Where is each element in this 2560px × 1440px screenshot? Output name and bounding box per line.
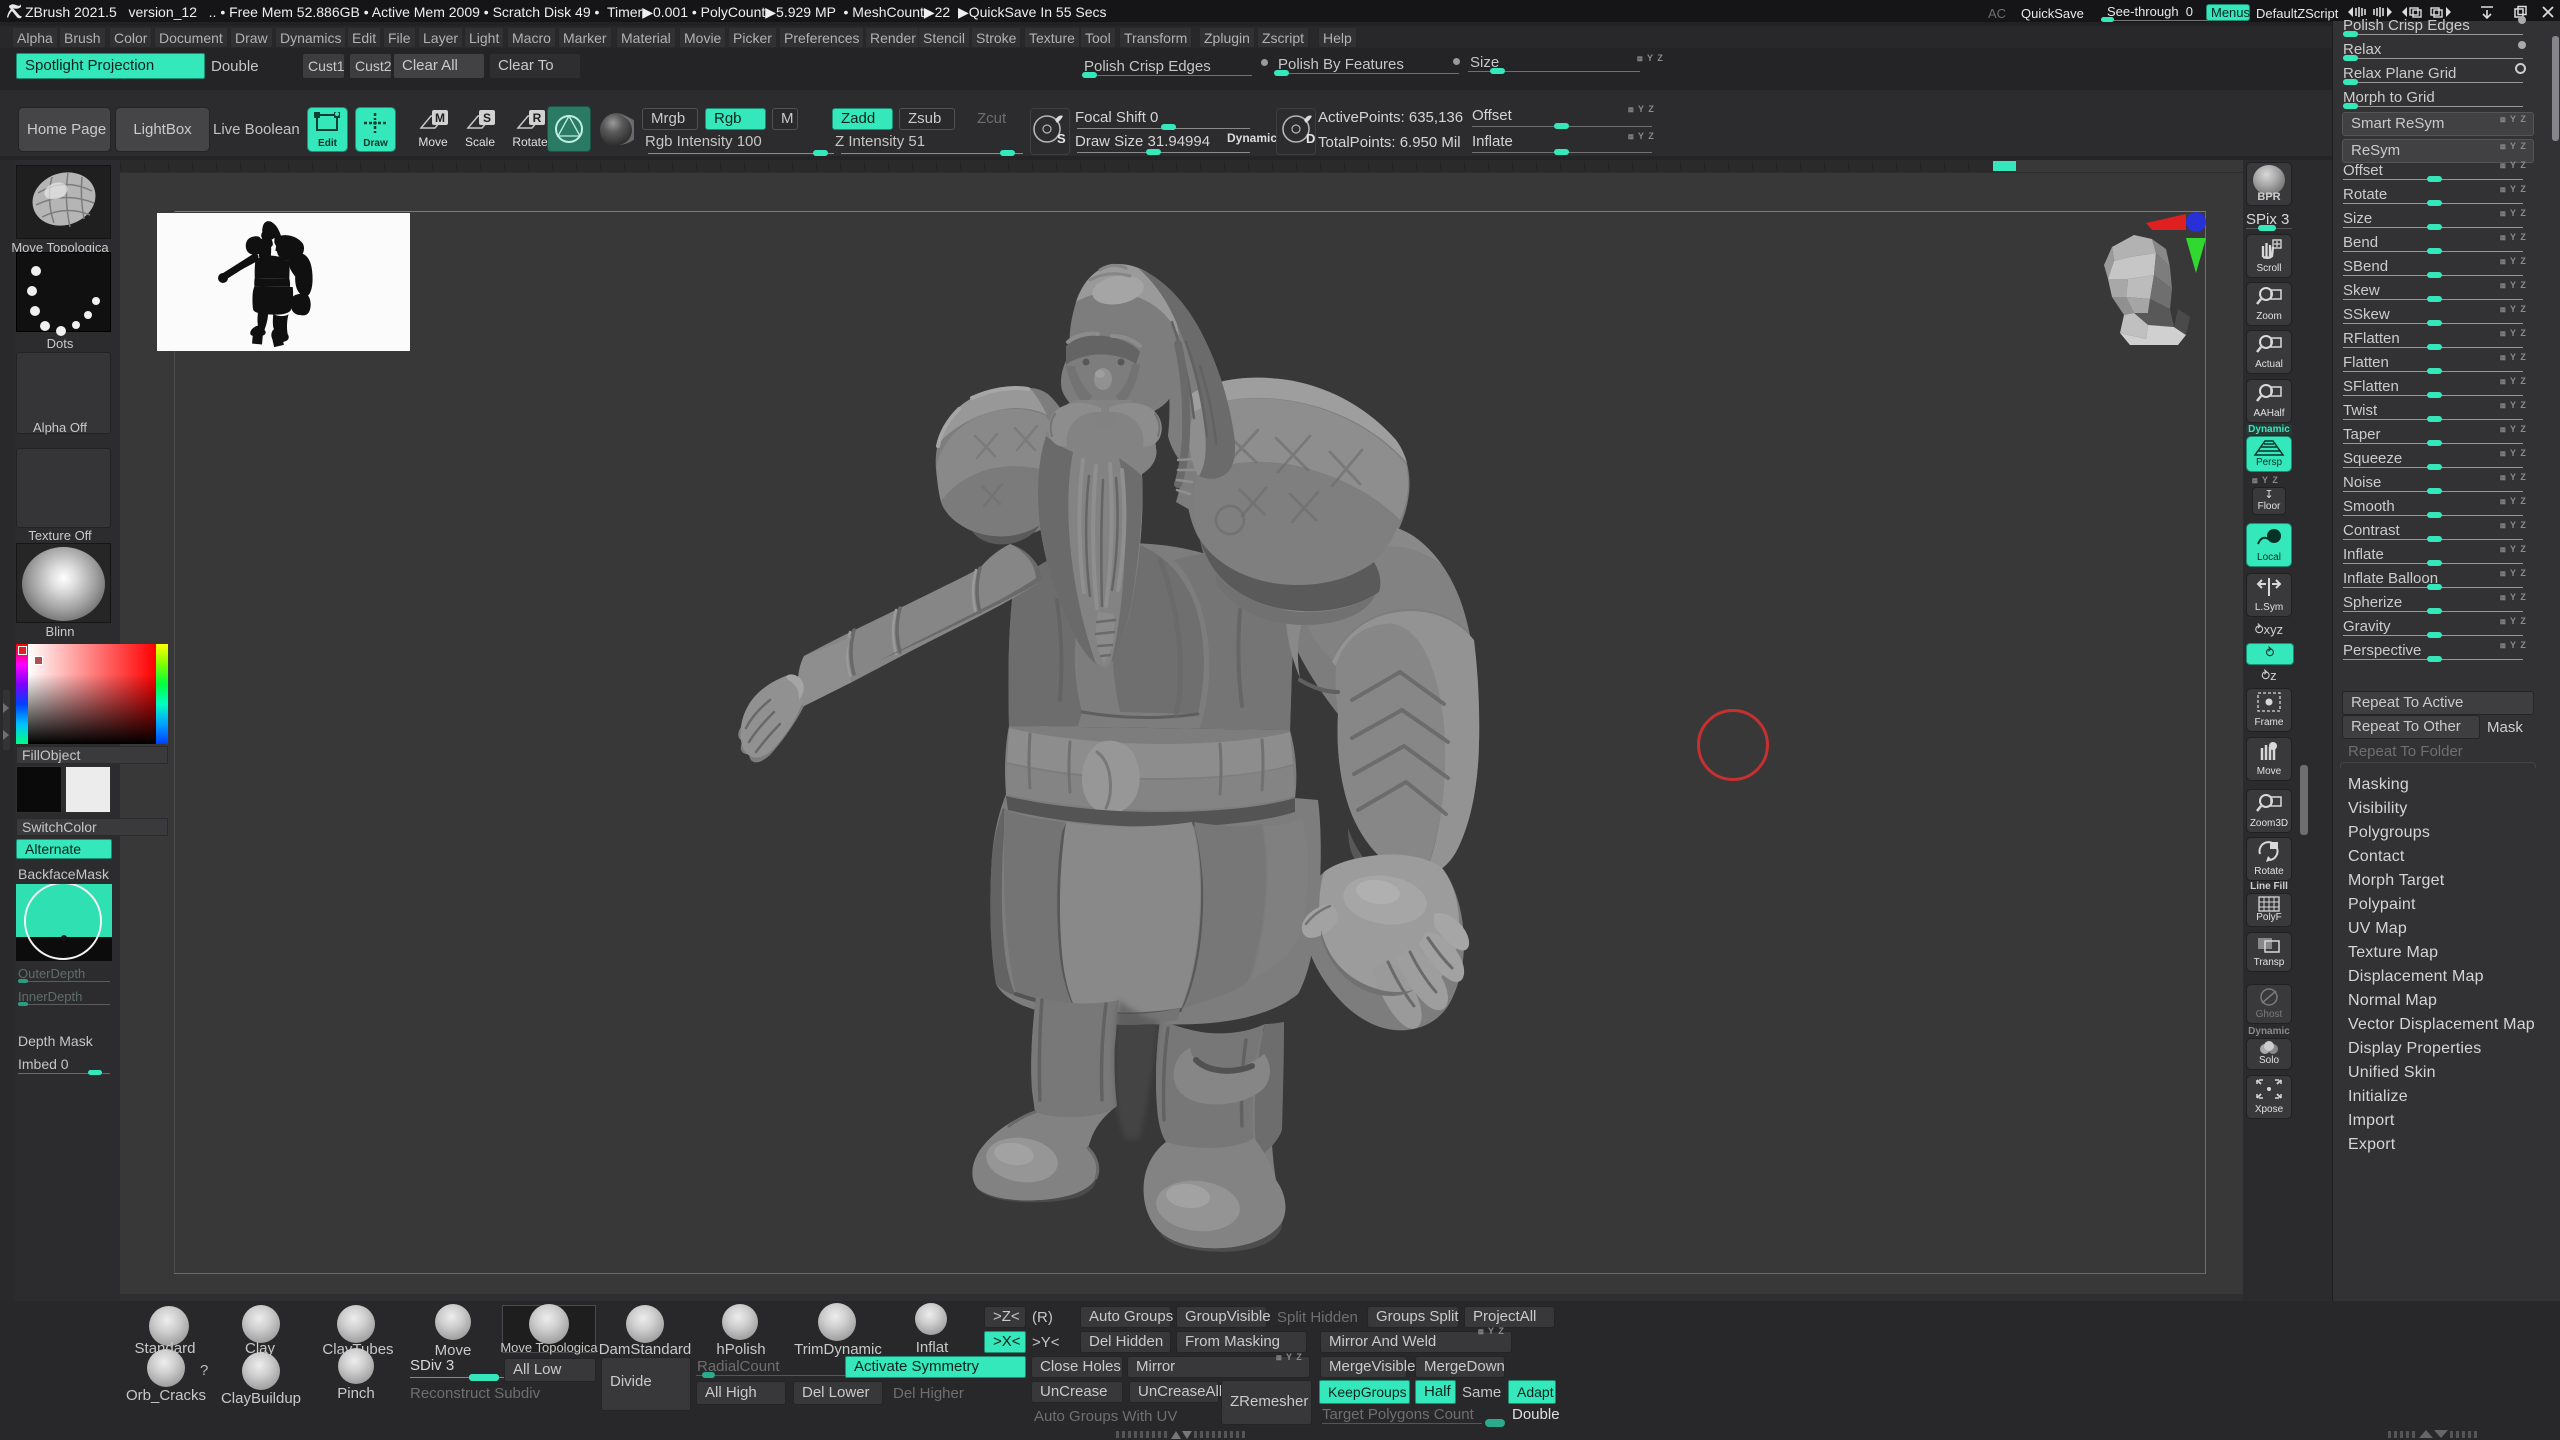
svg-text:S: S	[1057, 131, 1066, 146]
svg-text:R: R	[533, 111, 542, 125]
svg-text:D: D	[1306, 131, 1315, 146]
svg-text:S: S	[483, 111, 491, 125]
svg-text:M: M	[435, 111, 445, 125]
